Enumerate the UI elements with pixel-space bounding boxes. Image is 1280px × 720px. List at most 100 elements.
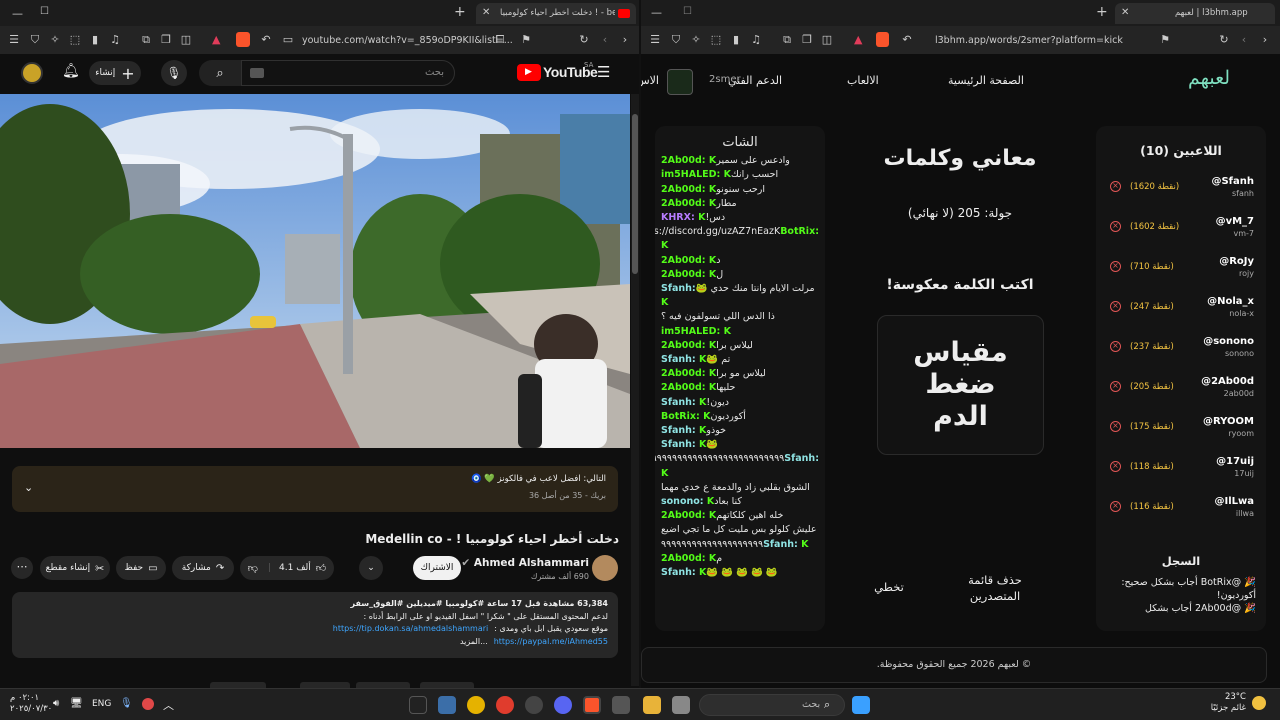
brave-app-icon[interactable] xyxy=(496,696,514,714)
mic-icon[interactable]: 🎙︎ xyxy=(120,698,133,709)
chat-username[interactable]: 2Ab00d: xyxy=(661,368,709,379)
address-bar[interactable]: l3bhm.app/words/2smer?platform=kick xyxy=(935,35,1123,46)
youtube-logo-icon[interactable]: ▶ xyxy=(517,64,541,81)
rewards-icon[interactable]: ▲ xyxy=(212,33,220,46)
create-button[interactable]: إنشاء + xyxy=(89,61,141,85)
more-actions-button[interactable]: ⋯ xyxy=(11,557,33,579)
address-bar[interactable]: youtube.com/watch?v=_859oDP9KII&list=... xyxy=(302,35,513,46)
nav-more[interactable]: الاس xyxy=(641,74,659,87)
description-link[interactable]: https://paypal.me/iAhmed55 xyxy=(494,636,608,649)
chat-username[interactable]: KHRX: xyxy=(661,212,698,223)
clip-button[interactable]: إنشاء مقطع ✂ xyxy=(40,556,110,580)
site-info-icon[interactable]: ▭ xyxy=(280,33,296,46)
remove-player-icon[interactable]: × xyxy=(1110,501,1121,512)
chat-username[interactable]: 2Ab00d: xyxy=(661,553,709,564)
chat-username[interactable]: 2Ab00d: xyxy=(661,269,709,280)
maximize-icon[interactable]: ☐ xyxy=(40,6,49,17)
extensions-icon[interactable]: ✧ xyxy=(688,33,704,46)
chrome-icon[interactable] xyxy=(467,696,485,714)
chat-username[interactable]: Sfanh: xyxy=(763,539,801,550)
tab-youtube[interactable]: ✕ دخلت أخطر احياء كولومبيا ! - be xyxy=(476,3,636,24)
skip-button[interactable]: تخطي xyxy=(862,580,916,594)
reload-tab-icon[interactable]: ↶ xyxy=(258,33,274,46)
remove-player-icon[interactable]: × xyxy=(1110,181,1121,192)
forward-icon[interactable]: › xyxy=(617,33,633,46)
chat-username[interactable]: Sfanh: xyxy=(661,397,699,408)
bookmark-icon[interactable]: ⚑ xyxy=(1157,33,1173,46)
app-tray-icon[interactable] xyxy=(142,698,154,710)
back-icon[interactable]: ‹ xyxy=(1236,33,1252,46)
site-logo[interactable]: لعبهم xyxy=(1188,67,1230,89)
shield-icon[interactable]: ⛉ xyxy=(27,33,43,47)
clock[interactable]: ٠٢:٠١ م ٢٠٢٥/٠٧/٣٠ xyxy=(10,693,52,715)
share-button[interactable]: مشاركة ↷ xyxy=(172,556,234,580)
video-player[interactable] xyxy=(0,94,630,448)
refresh-icon[interactable]: ↻ xyxy=(1216,33,1232,46)
network-icon[interactable]: 🖥︎ xyxy=(70,698,83,709)
notifications-icon[interactable]: 🔔︎ xyxy=(62,63,80,79)
remove-player-icon[interactable]: × xyxy=(1110,221,1121,232)
taskbar-search[interactable]: ⌕ بحث xyxy=(699,694,845,716)
channel-avatar[interactable] xyxy=(592,555,618,581)
chat-username[interactable]: Sfanh: xyxy=(661,567,699,578)
chat-username[interactable]: Sfanh: xyxy=(661,439,699,450)
close-tab-icon[interactable]: ✕ xyxy=(1121,7,1129,18)
chat-username[interactable]: 2Ab00d: xyxy=(661,382,709,393)
weather-widget[interactable]: 23°C غائم جزئيًا xyxy=(1200,692,1246,714)
discord-icon[interactable] xyxy=(554,696,572,714)
remove-player-icon[interactable]: × xyxy=(1110,421,1121,432)
user-avatar[interactable] xyxy=(667,69,693,95)
description-link[interactable]: https://tip.dokan.sa/ahmedalshammari xyxy=(333,623,488,636)
maximize-icon[interactable]: ☐ xyxy=(683,6,692,17)
chat-username[interactable]: Sfanh: xyxy=(784,453,819,464)
screenshot-icon[interactable]: ⬚ xyxy=(708,33,724,46)
keyboard-icon[interactable] xyxy=(250,68,264,78)
avatar[interactable] xyxy=(21,62,43,84)
sidebar-icon[interactable]: ▮ xyxy=(728,33,744,46)
remove-player-icon[interactable]: × xyxy=(1110,381,1121,392)
menu-icon[interactable]: ☰ xyxy=(647,33,663,46)
chat-username[interactable]: Sfanh: xyxy=(661,425,699,436)
remove-player-icon[interactable]: × xyxy=(1110,461,1121,472)
remove-player-icon[interactable]: × xyxy=(1110,341,1121,352)
chat-username[interactable]: BotRix: xyxy=(780,226,819,237)
search-submit-button[interactable]: ⌕ xyxy=(199,60,241,86)
nav-home[interactable]: الصفحة الرئيسية xyxy=(948,74,1024,87)
subscribe-button[interactable]: الاشتراك xyxy=(413,556,461,580)
close-tab-icon[interactable]: ✕ xyxy=(482,7,490,18)
subscription-options-button[interactable]: ⌄ xyxy=(359,556,383,580)
reload-tab-icon[interactable]: ↶ xyxy=(899,33,915,46)
music-icon[interactable]: ♫ xyxy=(107,33,123,46)
chevron-down-icon[interactable]: ⌄ xyxy=(24,481,33,494)
epic-games-icon[interactable] xyxy=(409,696,427,714)
remove-player-icon[interactable]: × xyxy=(1110,261,1121,272)
show-more-link[interactable]: ...المزيد xyxy=(460,636,488,649)
search-input[interactable]: بحث xyxy=(241,60,455,86)
chat-username[interactable]: Sfanh: xyxy=(661,354,699,365)
language-indicator[interactable]: ENG xyxy=(92,699,111,709)
new-tab-icon[interactable]: + xyxy=(1096,4,1108,20)
refresh-icon[interactable]: ↻ xyxy=(576,33,592,46)
rewards-icon[interactable]: ▲ xyxy=(854,33,862,46)
store-icon[interactable] xyxy=(612,696,630,714)
chat-username[interactable]: im5HALED: xyxy=(661,326,724,337)
chat-username[interactable]: im5HALED: xyxy=(661,169,724,180)
forward-icon[interactable]: › xyxy=(1257,33,1273,46)
chat-username[interactable]: 2Ab00d: xyxy=(661,510,709,521)
chat-username[interactable]: 2Ab00d: xyxy=(661,184,709,195)
description-box[interactable]: 63,384 مشاهدة قبل 17 ساعة #كولومبيا #ميد… xyxy=(12,592,618,658)
task-view-icon[interactable] xyxy=(672,696,690,714)
wallet-icon[interactable]: ◫ xyxy=(178,33,194,46)
wallet-icon[interactable]: ◫ xyxy=(819,33,835,46)
dislike-icon[interactable]: 👎︎ xyxy=(248,562,258,574)
copy-icon[interactable]: ❐ xyxy=(158,33,174,46)
page-scrollbar[interactable] xyxy=(631,94,639,686)
chat-username[interactable]: 2Ab00d: xyxy=(661,255,709,266)
nav-games[interactable]: الالعاب xyxy=(847,74,879,87)
brave-shield-icon[interactable] xyxy=(236,32,250,47)
minimize-icon[interactable]: — xyxy=(12,7,23,20)
clear-leaderboard-button[interactable]: حذف قائمة المتصدرين xyxy=(952,572,1038,604)
chat-username[interactable]: 2Ab00d: xyxy=(661,198,709,209)
hamburger-menu-icon[interactable]: ☰ xyxy=(597,63,610,81)
pip-icon[interactable]: ⧠ xyxy=(492,33,508,47)
